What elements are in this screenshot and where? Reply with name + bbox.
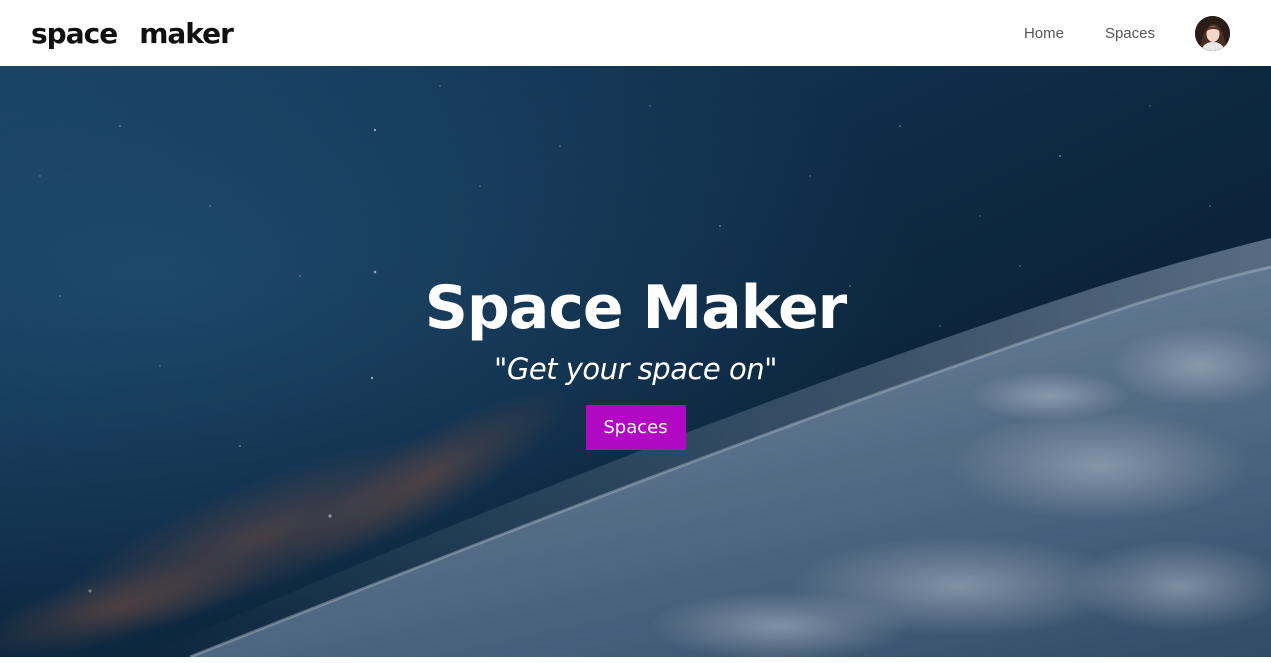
avatar-photo-icon <box>1195 15 1230 51</box>
hero-tagline: "Get your space on" <box>494 352 777 386</box>
nav-menu: Home Spaces <box>1024 15 1230 51</box>
hero-section: Space Maker "Get your space on" Spaces <box>0 66 1271 657</box>
hero-title: Space Maker <box>424 273 848 343</box>
brand-word-maker: maker <box>139 16 234 50</box>
nav-link-home[interactable]: Home <box>1024 25 1064 42</box>
spaces-button[interactable]: Spaces <box>585 405 686 450</box>
nav-link-spaces[interactable]: Spaces <box>1105 25 1155 42</box>
user-avatar[interactable] <box>1195 15 1230 51</box>
navbar: space maker Home Spaces <box>0 0 1271 66</box>
brand-logo[interactable]: space maker <box>31 16 234 50</box>
page-bottom-edge <box>0 657 1271 663</box>
brand-word-space: space <box>31 16 118 50</box>
hero-content: Space Maker "Get your space on" Spaces <box>0 273 1271 450</box>
